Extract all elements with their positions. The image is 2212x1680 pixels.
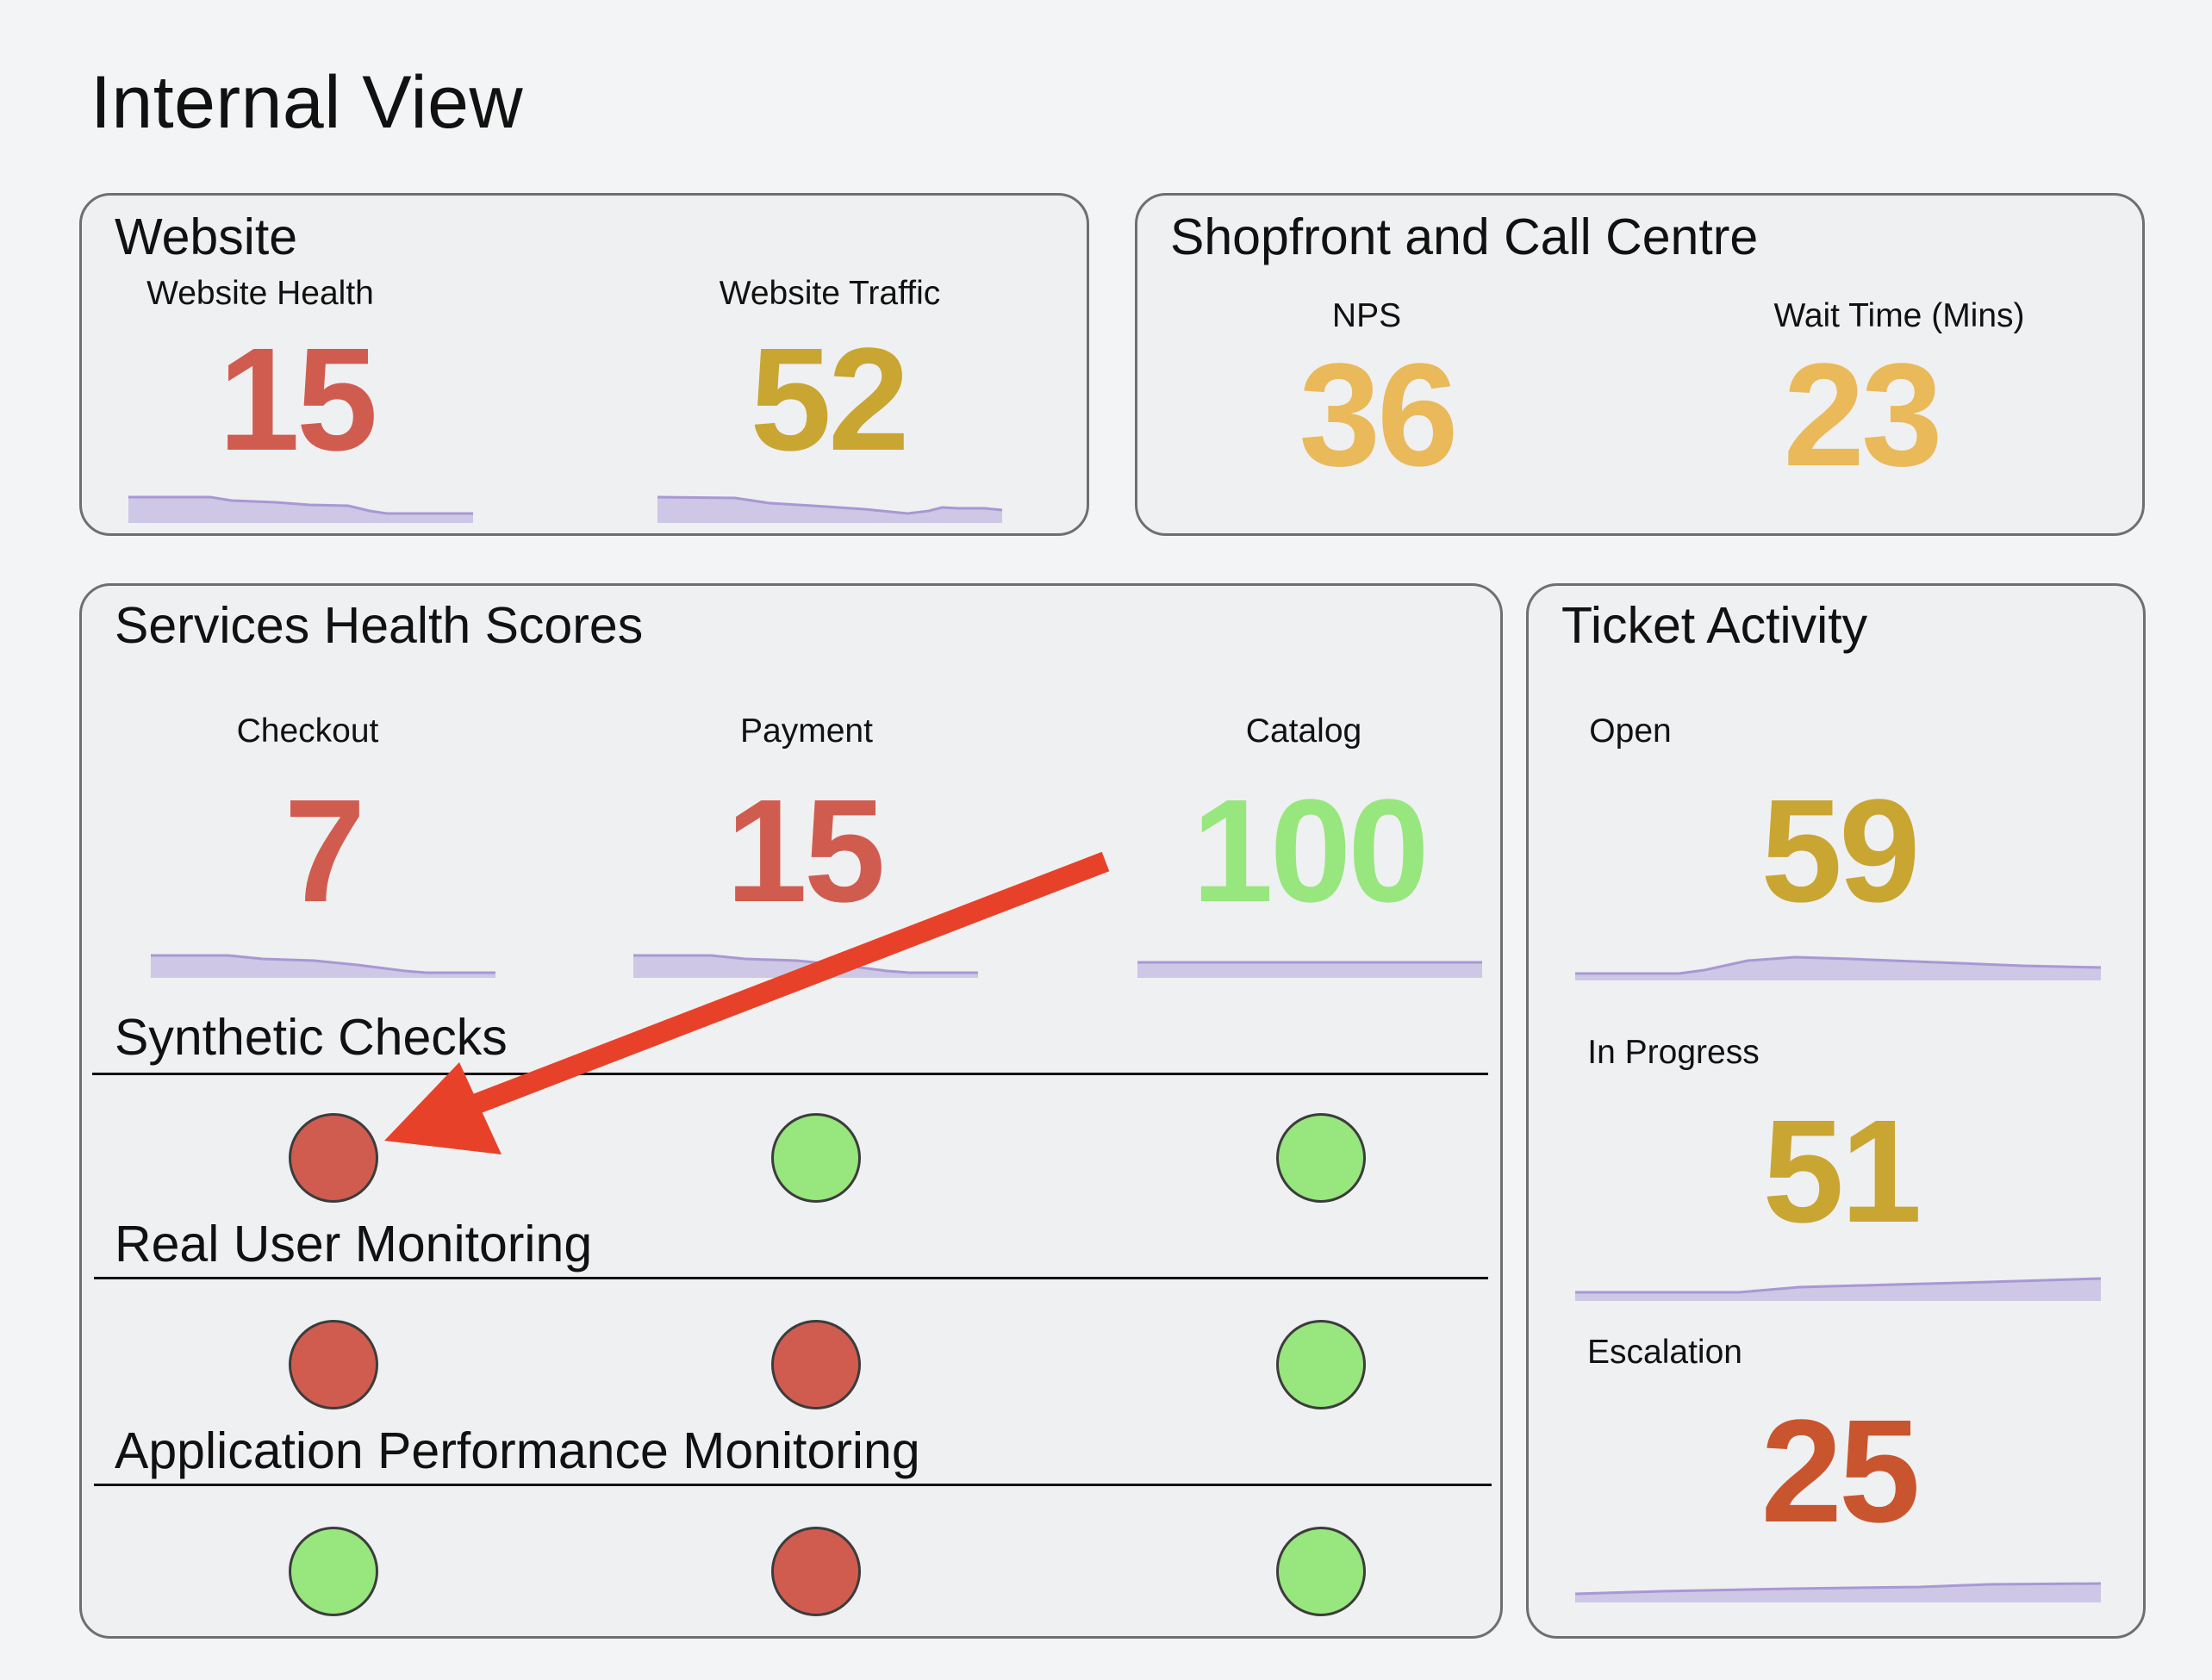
services-panel: Services Health Scores Checkout 7 Paymen…	[79, 583, 1503, 1639]
section-divider	[94, 1484, 1492, 1486]
website-health-label: Website Health	[146, 275, 374, 312]
panel-title: Website	[115, 208, 298, 265]
escalation-sparkline	[1574, 1582, 2102, 1602]
status-dot-apm-checkout[interactable]	[289, 1527, 378, 1616]
apm-title: Application Performance Monitoring	[115, 1422, 920, 1479]
panel-title: Ticket Activity	[1561, 597, 1868, 654]
status-dot-apm-payment[interactable]	[771, 1527, 861, 1616]
section-divider	[92, 1073, 1488, 1075]
catalog-sparkline	[1137, 961, 1482, 978]
section-divider	[94, 1277, 1488, 1279]
panel-title: Shopfront and Call Centre	[1170, 208, 1759, 265]
shopfront-panel: Shopfront and Call Centre NPS 36 Wait Ti…	[1135, 193, 2145, 536]
wait-time-label: Wait Time (Mins)	[1773, 297, 2025, 334]
status-dot-rum-payment[interactable]	[771, 1320, 861, 1409]
status-dot-synthetic-checkout[interactable]	[289, 1113, 378, 1203]
status-dot-apm-catalog[interactable]	[1276, 1527, 1366, 1616]
open-value[interactable]: 59	[1760, 778, 1920, 924]
catalog-label: Catalog	[1245, 712, 1362, 750]
website-traffic-value[interactable]: 52	[750, 327, 909, 473]
escalation-label: Escalation	[1587, 1334, 1742, 1371]
in-progress-value[interactable]: 51	[1762, 1098, 1922, 1245]
payment-label: Payment	[740, 712, 873, 750]
catalog-value[interactable]: 100	[1192, 778, 1430, 924]
checkout-value[interactable]: 7	[284, 778, 366, 924]
website-health-sparkline	[128, 495, 473, 523]
in-progress-sparkline	[1575, 1277, 2102, 1301]
synthetic-checks-title: Synthetic Checks	[115, 1009, 508, 1066]
website-traffic-sparkline	[657, 495, 1003, 523]
website-panel: Website Website Health 15 Website Traffi…	[79, 193, 1089, 536]
status-dot-rum-catalog[interactable]	[1276, 1320, 1366, 1409]
checkout-label: Checkout	[236, 712, 379, 750]
page-title: Internal View	[90, 61, 524, 144]
checkout-sparkline	[151, 954, 495, 978]
payment-sparkline	[633, 954, 978, 978]
wait-time-value[interactable]: 23	[1783, 342, 1942, 488]
real-user-monitoring-title: Real User Monitoring	[115, 1216, 593, 1272]
status-dot-rum-checkout[interactable]	[289, 1320, 378, 1409]
open-label: Open	[1589, 712, 1672, 750]
website-traffic-label: Website Traffic	[719, 275, 941, 312]
in-progress-label: In Progress	[1587, 1034, 1760, 1071]
nps-label: NPS	[1331, 297, 1402, 334]
payment-value[interactable]: 15	[726, 778, 885, 924]
website-health-value[interactable]: 15	[218, 327, 377, 473]
escalation-value[interactable]: 25	[1760, 1398, 1920, 1545]
status-dot-synthetic-catalog[interactable]	[1276, 1113, 1366, 1203]
nps-value[interactable]: 36	[1299, 342, 1458, 488]
open-sparkline	[1575, 955, 2102, 980]
ticket-activity-panel: Ticket Activity Open 59 In Progress 51 E…	[1526, 583, 2146, 1639]
status-dot-synthetic-payment[interactable]	[771, 1113, 861, 1203]
panel-title: Services Health Scores	[115, 597, 644, 654]
